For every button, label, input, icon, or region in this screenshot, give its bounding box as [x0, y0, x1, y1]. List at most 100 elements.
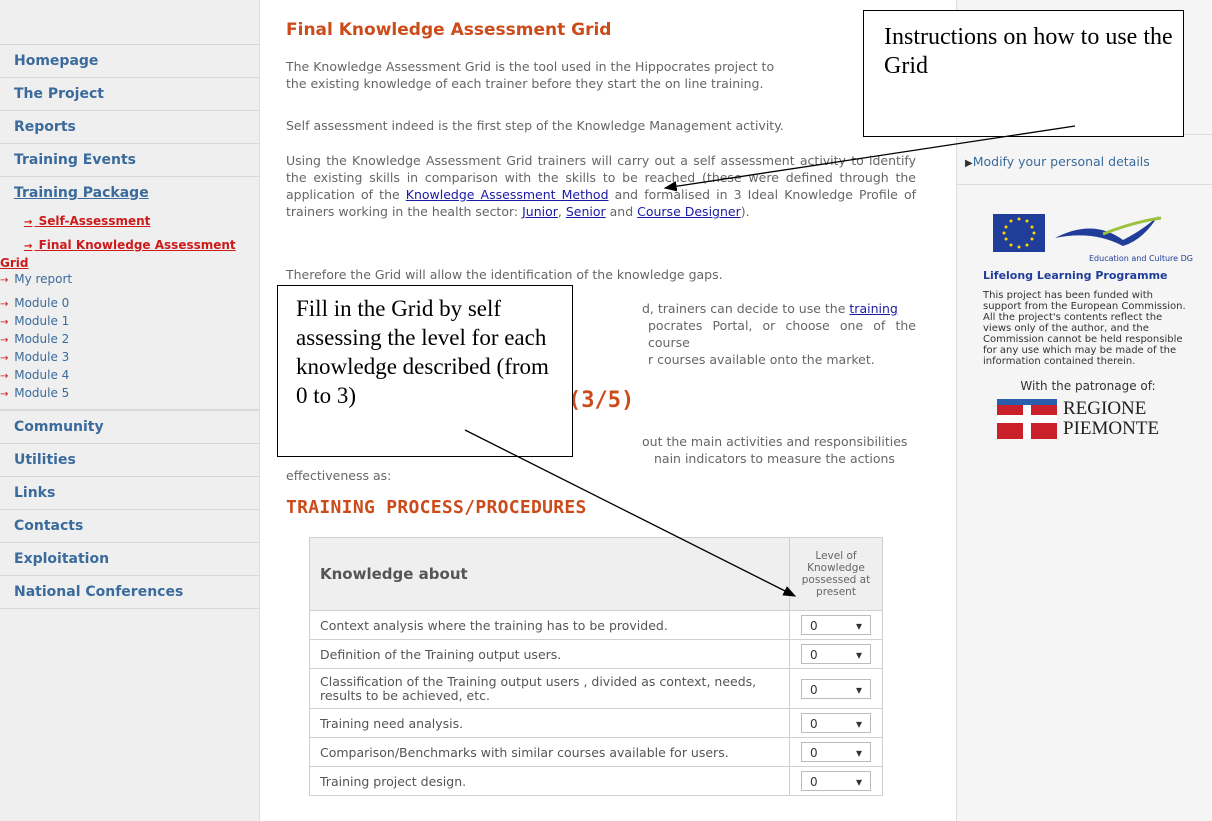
regione-logo: REGIONE PIEMONTE	[983, 399, 1193, 441]
sub-item-module-3[interactable]: → Module 3	[0, 349, 259, 367]
disclaimer: All the project's contents reflect the v…	[983, 312, 1183, 367]
method-text-c: ,	[557, 204, 566, 219]
arrow-icon: →	[0, 299, 9, 310]
sub-item-module-0[interactable]: → Module 0	[0, 295, 259, 313]
table-row: Training project design. 0	[309, 766, 883, 796]
table-row: Definition of the Training output users.…	[309, 639, 883, 669]
nav-links[interactable]: Links	[0, 476, 259, 509]
sub-item-module-label: Module 4	[14, 368, 70, 382]
arrow-icon: →	[0, 371, 9, 382]
sidebar: Homepage The Project Reports Training Ev…	[0, 0, 260, 821]
sub-item-self-assessment-label: Self-Assessment	[38, 214, 151, 228]
knowledge-item: Comparison/Benchmarks with similar cours…	[309, 737, 790, 767]
level-select[interactable]: 0	[801, 771, 871, 792]
nav-homepage[interactable]: Homepage	[0, 44, 259, 77]
llp-label: Lifelong Learning Programme	[983, 269, 1168, 282]
intro-line-1: The Knowledge Assessment Grid is the too…	[286, 59, 775, 74]
eu-funding-panel: Education and Culture DG Lifelong Learni…	[983, 208, 1193, 441]
nav-community[interactable]: Community	[0, 410, 259, 443]
knowledge-assessment-method-link[interactable]: Knowledge Assessment Method	[406, 187, 609, 202]
modify-details-label: Modify your personal details	[972, 154, 1150, 169]
sub-item-module-label: Module 5	[14, 386, 70, 400]
nav-national-conferences[interactable]: National Conferences	[0, 575, 259, 609]
table-row: Comparison/Benchmarks with similar cours…	[309, 737, 883, 767]
regione-flag-icon	[997, 399, 1057, 439]
arrow-icon: →	[0, 353, 9, 364]
options-line-2: pocrates Portal, or choose one of the co…	[648, 318, 916, 350]
level-select[interactable]: 0	[801, 615, 871, 636]
method-paragraph: Using the Knowledge Assessment Grid trai…	[286, 152, 916, 220]
arrow-icon: →	[0, 275, 9, 286]
sub-item-my-report-label: My report	[14, 272, 73, 286]
col-knowledge-about: Knowledge about	[309, 537, 790, 611]
activities-line-1: out the main activities and responsibili…	[642, 434, 908, 449]
sub-item-my-report[interactable]: → My report	[0, 271, 259, 289]
effectiveness-text: effectiveness as:	[286, 468, 392, 483]
sub-item-module-label: Module 0	[14, 296, 70, 310]
training-package-submenu: → Self-Assessment → Final Knowledge Asse…	[0, 209, 259, 410]
course-designer-link[interactable]: Course Designer	[637, 204, 741, 219]
sub-item-module-1[interactable]: → Module 1	[0, 313, 259, 331]
level-cell: 0	[789, 737, 883, 767]
knowledge-item: Training need analysis.	[309, 708, 790, 738]
arrow-icon: →	[0, 389, 9, 400]
level-select[interactable]: 0	[801, 644, 871, 665]
gaps-paragraph: Therefore the Grid will allow the identi…	[286, 267, 723, 282]
funding-note: This project has been funded with suppor…	[983, 290, 1186, 312]
regione-line-2: PIEMONTE	[1063, 418, 1160, 439]
sub-item-module-4[interactable]: → Module 4	[0, 367, 259, 385]
sub-item-final-grid-label: Final Knowledge Assessment	[38, 238, 236, 252]
self-assessment-paragraph: Self assessment indeed is the first step…	[286, 118, 784, 133]
arrow-icon: →	[0, 335, 9, 346]
senior-link[interactable]: Senior	[566, 204, 606, 219]
knowledge-item: Context analysis where the training has …	[309, 610, 790, 640]
regione-line-1: REGIONE	[1063, 398, 1147, 419]
col-level-of-knowledge: Level of Knowledge possessed at present	[789, 537, 883, 611]
table-row: Training need analysis. 0	[309, 708, 883, 738]
arrow-icon: →	[0, 317, 9, 328]
callout-fill: Fill in the Grid by self assessing the l…	[277, 285, 573, 457]
sub-item-module-5[interactable]: → Module 5	[0, 385, 259, 403]
activities-line-2: nain indicators to measure the actions	[654, 451, 895, 466]
arrow-icon: →	[24, 241, 33, 252]
knowledge-item: Definition of the Training output users.	[309, 639, 790, 669]
section-title: TRAINING PROCESS/PROCEDURES	[286, 497, 587, 518]
nav-contacts[interactable]: Contacts	[0, 509, 259, 542]
nav-utilities[interactable]: Utilities	[0, 443, 259, 476]
intro-paragraph: The Knowledge Assessment Grid is the too…	[286, 58, 916, 92]
level-cell: 0	[789, 668, 883, 709]
level-select[interactable]: 0	[801, 713, 871, 734]
options-line-3: r courses available onto the market.	[648, 352, 875, 367]
nav-exploitation[interactable]: Exploitation	[0, 542, 259, 575]
table-row: Context analysis where the training has …	[309, 610, 883, 640]
sub-item-module-label: Module 3	[14, 350, 70, 364]
level-select[interactable]: 0	[801, 742, 871, 763]
eu-logo	[983, 208, 1193, 258]
sub-item-module-label: Module 2	[14, 332, 70, 346]
arrow-icon: →	[24, 217, 33, 228]
level-cell: 0	[789, 610, 883, 640]
nav-training-package[interactable]: Training Package	[0, 176, 259, 209]
sub-item-self-assessment[interactable]: → Self-Assessment	[24, 213, 259, 231]
intro-line-2: the existing knowledge of each trainer b…	[286, 76, 764, 91]
training-link[interactable]: training	[849, 301, 897, 316]
junior-link[interactable]: Junior	[522, 204, 558, 219]
level-select[interactable]: 0	[801, 678, 871, 700]
modify-details-link[interactable]: ▶Modify your personal details	[965, 154, 1150, 169]
divider	[957, 184, 1212, 185]
sub-item-final-grid-cont[interactable]: Grid	[0, 255, 259, 271]
callout-instructions-text: Instructions on how to use the Grid	[884, 24, 1173, 79]
level-cell: 0	[789, 708, 883, 738]
sub-item-final-grid[interactable]: → Final Knowledge Assessment	[24, 237, 259, 255]
knowledge-item: Classification of the Training output us…	[309, 668, 790, 709]
level-cell: 0	[789, 639, 883, 669]
nav-reports[interactable]: Reports	[0, 110, 259, 143]
triangle-icon: ▶	[965, 158, 973, 169]
nav-training-events[interactable]: Training Events	[0, 143, 259, 176]
sub-item-module-2[interactable]: → Module 2	[0, 331, 259, 349]
module-heading-partial: (3/5)	[568, 388, 635, 413]
sub-item-module-label: Module 1	[14, 314, 70, 328]
nav-the-project[interactable]: The Project	[0, 77, 259, 110]
method-text-e: ).	[740, 204, 750, 219]
activities-paragraph: out the main activities and responsibili…	[642, 433, 942, 467]
